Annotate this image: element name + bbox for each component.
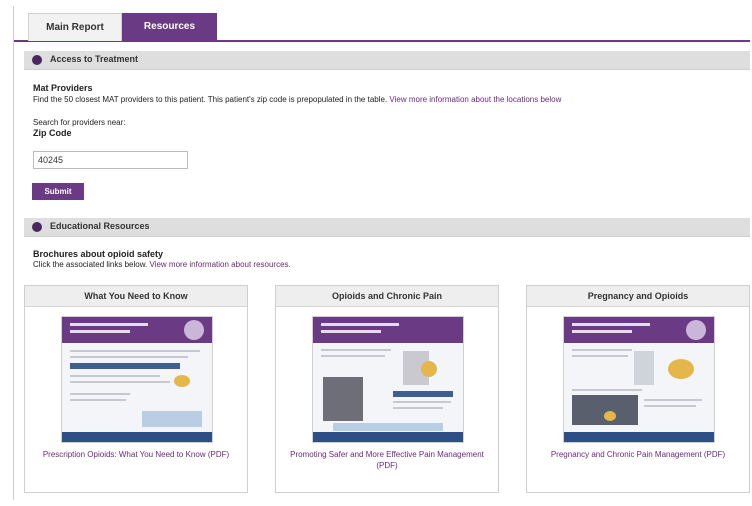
card-title: Opioids and Chronic Pain (276, 286, 498, 307)
brochure-thumbnail-icon[interactable] (312, 316, 464, 443)
resource-card-what-you-need-to-know: What You Need to Know Prescription Opioi… (24, 285, 248, 493)
card-caption-link[interactable]: Promoting Safer and More Effective Pain … (280, 449, 494, 471)
brochure-thumbnail-icon[interactable] (563, 316, 715, 443)
collapse-icon[interactable] (32, 55, 42, 65)
card-caption-link[interactable]: Pregnancy and Chronic Pain Management (P… (531, 449, 745, 460)
map-heading: Mat Providers (33, 83, 93, 93)
submit-button[interactable]: Submit (32, 183, 84, 200)
access-description: Find the 50 closest MAT providers to thi… (33, 94, 561, 105)
resource-card-opioids-and-chronic-pain: Opioids and Chronic Pain Promoting Safer… (275, 285, 499, 493)
card-caption-link[interactable]: Prescription Opioids: What You Need to K… (29, 449, 243, 460)
brochure-thumbnail-icon[interactable] (61, 316, 213, 443)
resources-info-link[interactable]: View more information about resources. (150, 260, 291, 269)
locations-info-link[interactable]: View more information about the location… (389, 95, 561, 104)
access-section-header[interactable]: Access to Treatment (24, 51, 750, 70)
resources-section-title: Educational Resources (50, 221, 150, 231)
search-label: Search for providers near: (33, 118, 126, 127)
resources-note: Click the associated links below. View m… (33, 259, 291, 270)
content-frame: Main Report Resources Access to Treatmen… (13, 6, 750, 500)
card-title: What You Need to Know (25, 286, 247, 307)
zip-code-input[interactable] (33, 151, 188, 169)
resource-card-pregnancy-and-opioids: Pregnancy and Opioids Pregnancy and Chro… (526, 285, 750, 493)
resources-section-header[interactable]: Educational Resources (24, 218, 750, 237)
tab-resources[interactable]: Resources (122, 13, 217, 40)
tab-main-report[interactable]: Main Report (28, 13, 122, 41)
access-section-title: Access to Treatment (50, 54, 139, 64)
zip-code-label: Zip Code (33, 128, 72, 138)
tab-bar: Main Report Resources (14, 10, 750, 42)
access-description-text: Find the 50 closest MAT providers to thi… (33, 95, 390, 104)
card-title: Pregnancy and Opioids (527, 286, 749, 307)
collapse-icon[interactable] (32, 222, 42, 232)
resources-note-text: Click the associated links below. (33, 260, 150, 269)
